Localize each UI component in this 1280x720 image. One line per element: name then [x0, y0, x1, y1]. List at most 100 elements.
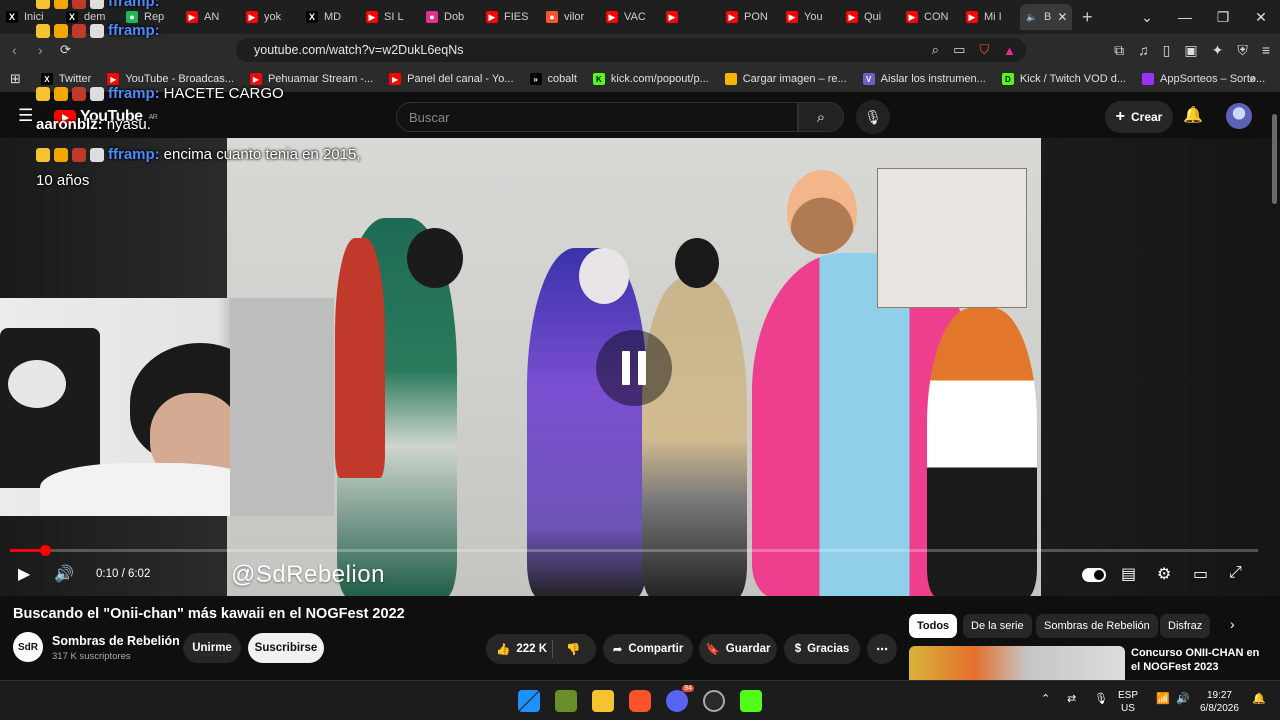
more-bookmarks-icon[interactable]: »	[1249, 72, 1256, 86]
bookmark-item[interactable]: V Aislar los instrumen...	[862, 73, 986, 85]
scrollbar-thumb[interactable]	[1272, 114, 1277, 204]
voice-search-button[interactable]: 🎙	[856, 100, 890, 134]
search-button[interactable]: ⌕	[798, 102, 844, 132]
wallet-icon[interactable]: ▣	[1184, 42, 1197, 59]
settings-gear-icon[interactable]: ⚙	[1157, 564, 1171, 584]
browser-tab[interactable]: ▶ You	[780, 4, 840, 30]
browser-tab[interactable]: 🔈 B ✕	[1020, 4, 1072, 30]
image-icon	[724, 73, 737, 85]
autoplay-toggle[interactable]	[1082, 568, 1106, 582]
brave-rewards-icon[interactable]: ▲	[1003, 43, 1016, 58]
plus-icon: +	[1115, 108, 1125, 125]
dislike-icon[interactable]: 👎	[566, 642, 580, 656]
tray-app-icon[interactable]: ⇄	[1067, 693, 1076, 706]
zoom-icon[interactable]: ⌕	[932, 42, 939, 58]
page-scrollbar[interactable]	[1270, 100, 1278, 680]
video-title: Buscando el "Onii-chan" más kawaii en el…	[13, 606, 405, 622]
join-button[interactable]: Unirme	[183, 633, 241, 663]
bookmark-item[interactable]: D Kick / Twitch VOD d...	[1001, 73, 1126, 85]
extensions-icon[interactable]: ⧉	[1114, 42, 1124, 59]
recommendation-thumbnail[interactable]	[909, 646, 1125, 680]
sidebar-icon[interactable]: ▯	[1163, 42, 1171, 59]
wifi-icon[interactable]: 📶	[1156, 693, 1170, 706]
media-icon[interactable]: ♫	[1138, 42, 1149, 58]
bookmark-label: Panel del canal - Yo...	[407, 73, 514, 85]
filter-chip[interactable]: Todos	[909, 614, 958, 638]
tab-list-chevron-icon[interactable]: ⌄	[1128, 9, 1166, 26]
notification-center-icon[interactable]: 🔔	[1252, 693, 1266, 706]
progress-scrubber[interactable]	[39, 545, 51, 556]
pause-overlay-button[interactable]	[596, 330, 672, 406]
share-button[interactable]: ➦ Compartir	[603, 634, 693, 664]
browser-tab[interactable]: ▶ PON	[720, 4, 780, 30]
leo-icon[interactable]: ✦	[1212, 42, 1224, 59]
notifications-bell-icon[interactable]: 🔔	[1183, 105, 1203, 125]
tray-microphone-icon[interactable]: 🎙	[1094, 693, 1108, 706]
speaker-icon[interactable]: 🔊	[1176, 693, 1190, 706]
share-icon: ➦	[612, 644, 623, 656]
d-icon: D	[1001, 73, 1014, 85]
bookmark-item[interactable]: ▶ Panel del canal - Yo...	[389, 73, 514, 85]
chips-next-chevron-icon[interactable]: ›	[1230, 616, 1235, 632]
thanks-icon: $	[794, 643, 802, 655]
fullscreen-icon[interactable]: ⤢	[1229, 564, 1242, 582]
brave-icon: ●	[546, 11, 558, 23]
filter-chip[interactable]: Disfraz	[1160, 614, 1211, 638]
vpn-icon[interactable]: ⛨	[1237, 42, 1248, 59]
progress-bar[interactable]	[10, 545, 1258, 556]
browser-tab[interactable]: ▶ Qui	[840, 4, 900, 30]
file-explorer-icon[interactable]	[592, 690, 614, 712]
volume-icon[interactable]: 🔊	[54, 564, 74, 584]
channel-avatar[interactable]: SdR	[13, 632, 43, 662]
subscribe-button[interactable]: Suscribirse	[248, 633, 324, 663]
tab-title: VAC	[624, 11, 646, 23]
brave-browser-icon[interactable]	[629, 690, 651, 712]
filter-chip[interactable]: De la serie	[963, 614, 1032, 638]
bookmark-item[interactable]: Cargar imagen – re...	[724, 73, 847, 85]
new-tab-icon[interactable]: +	[1082, 7, 1093, 28]
kick-app-icon[interactable]	[740, 690, 762, 712]
cast-icon[interactable]: ▭	[953, 42, 965, 58]
clock[interactable]: 19:27 6/8/2026	[1200, 689, 1239, 715]
restore-icon[interactable]: ❐	[1204, 9, 1242, 26]
browser-tab[interactable]: ▶ CON	[900, 4, 960, 30]
tray-overflow-chevron-icon[interactable]: ⌃	[1041, 693, 1050, 706]
bookmark-item[interactable]: AppSorteos – Sorte...	[1142, 73, 1265, 85]
more-actions-button[interactable]: ⋯	[867, 634, 897, 664]
menu-icon[interactable]: ≡	[1262, 42, 1270, 58]
theater-mode-icon[interactable]: ▭	[1193, 564, 1208, 584]
thanks-button[interactable]: $ Gracias	[784, 634, 860, 664]
windows-start-icon[interactable]	[518, 690, 540, 712]
minimize-icon[interactable]: —	[1166, 9, 1204, 25]
language-indicator[interactable]: ESP US	[1118, 689, 1138, 715]
bookmark-item[interactable]: Kkick.com/popout/p...	[592, 73, 709, 85]
browser-tab[interactable]: ▶ Mi I	[960, 4, 1020, 30]
browser-tab[interactable]: ▶ FIES	[480, 4, 540, 30]
browser-tab[interactable]: ● Dob	[420, 4, 480, 30]
minecraft-launcher-icon[interactable]	[555, 690, 577, 712]
brave-shield-icon[interactable]: ⛉	[979, 42, 989, 58]
obs-icon[interactable]	[703, 690, 725, 712]
browser-tab[interactable]: ● vilor	[540, 4, 600, 30]
mail-badge-icon	[90, 0, 104, 9]
bookmark-icon: 🔖	[705, 644, 720, 656]
bookmark-item[interactable]: » cobalt	[529, 73, 577, 85]
save-button[interactable]: 🔖 Guardar	[699, 634, 777, 664]
browser-tab[interactable]: ▶ VAC	[600, 4, 660, 30]
subtitles-icon[interactable]: ▤	[1121, 564, 1136, 584]
chat-message: fframp: HACETE CARGO	[36, 85, 284, 102]
discord-icon[interactable]: 94	[666, 685, 694, 712]
filter-chip[interactable]: Sombras de Rebelión	[1036, 614, 1158, 638]
create-button[interactable]: + Crear	[1105, 101, 1173, 133]
recommendation-title[interactable]: Concurso ONII-CHAN en el NOGFest 2023	[1131, 646, 1261, 674]
clock-time: 19:27	[1206, 690, 1232, 701]
search-input[interactable]: Buscar	[396, 102, 798, 132]
like-icon[interactable]: 👍	[496, 642, 510, 656]
browser-tab[interactable]: ▶	[660, 4, 720, 30]
channel-name[interactable]: Sombras de Rebelión	[52, 634, 180, 648]
account-avatar[interactable]	[1226, 103, 1252, 129]
close-window-icon[interactable]: ✕	[1242, 9, 1280, 26]
like-count[interactable]: 222 K	[516, 643, 547, 655]
close-tab-icon[interactable]: ✕	[1057, 10, 1067, 24]
play-icon[interactable]: ▶	[18, 564, 30, 584]
